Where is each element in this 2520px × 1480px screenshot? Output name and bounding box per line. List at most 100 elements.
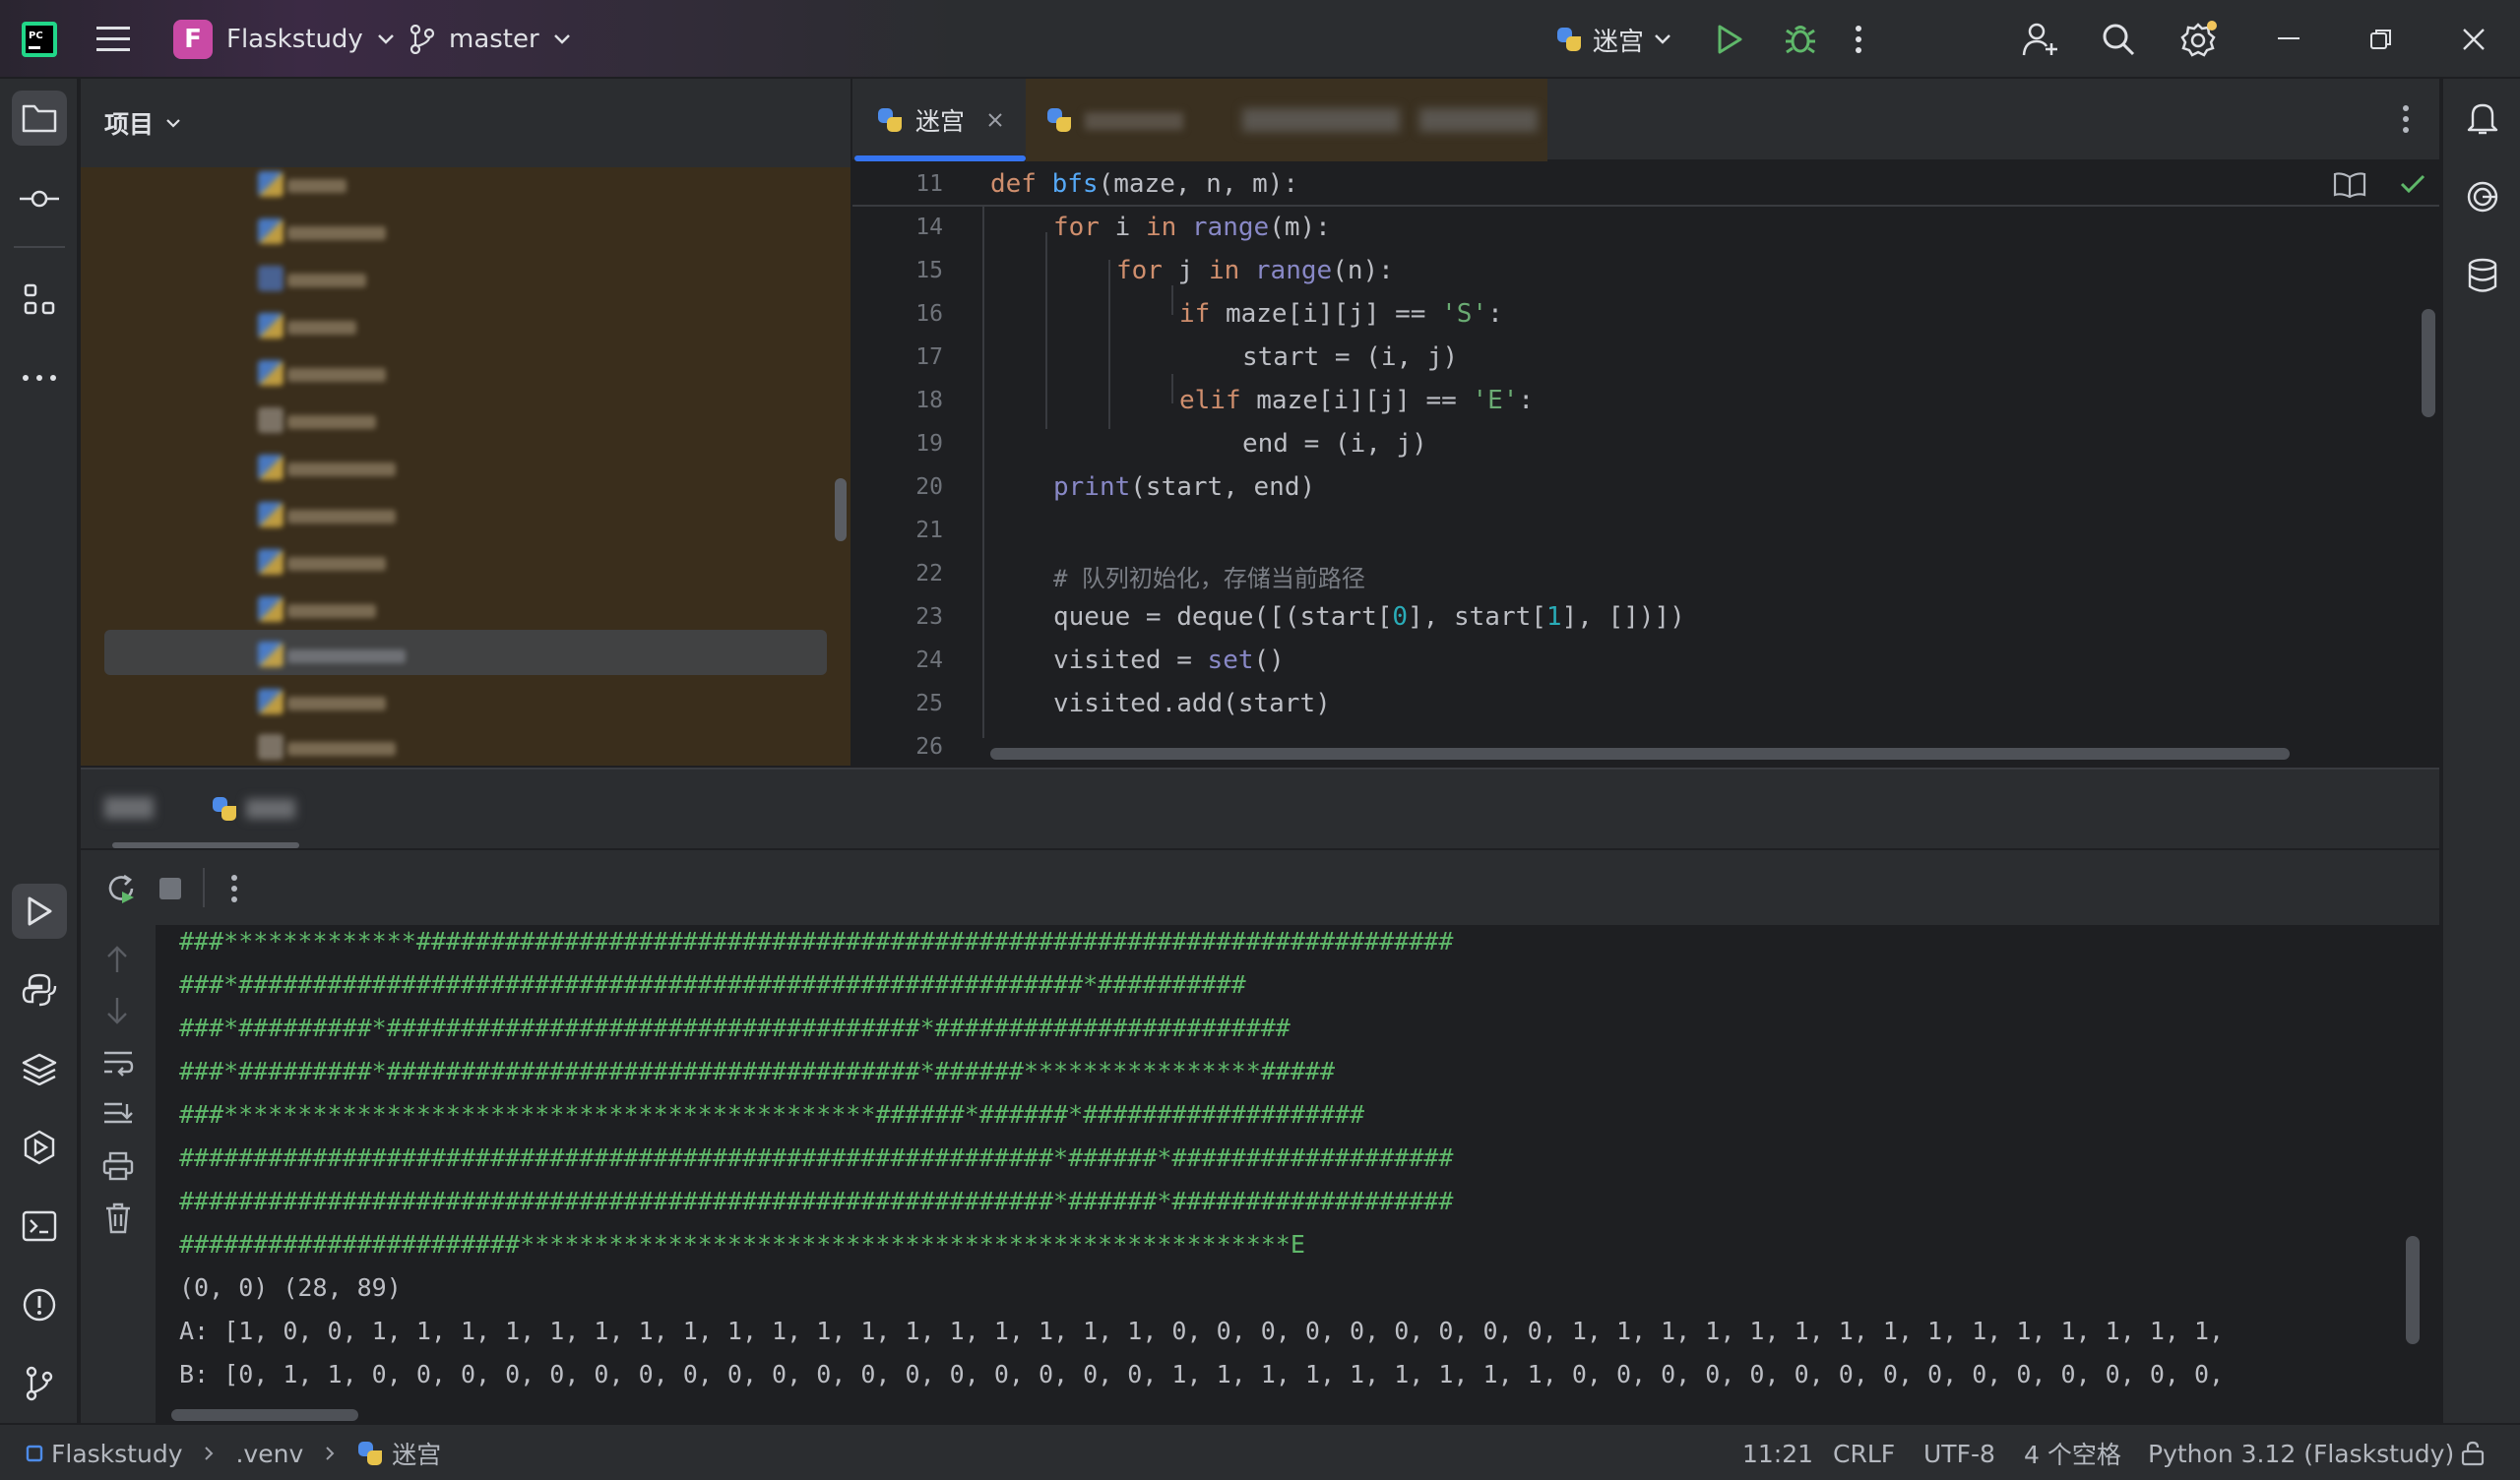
python-file-icon: [876, 106, 904, 134]
ai-assistant-icon[interactable]: [2455, 169, 2510, 224]
more-actions-icon[interactable]: [1855, 0, 1862, 79]
python-icon[interactable]: [211, 795, 238, 823]
start-end-output: (0, 0) (28, 89): [179, 1273, 402, 1302]
line-number: 24: [915, 648, 943, 673]
trash-icon[interactable]: [104, 1202, 132, 1234]
editor-horizontal-scrollbar[interactable]: [990, 748, 2290, 760]
breadcrumb-project[interactable]: Flaskstudy: [51, 1440, 182, 1468]
row-a-output: A: [1, 0, 0, 1, 1, 1, 1, 1, 1, 1, 1, 1, …: [179, 1317, 2225, 1345]
branch-switcher[interactable]: master: [410, 0, 571, 79]
code-line: for i in range(m):: [1053, 213, 1331, 242]
lock-icon[interactable]: [2461, 1425, 2485, 1480]
project-panel-header: 项目: [81, 79, 850, 167]
stop-icon[interactable]: [158, 876, 183, 901]
line-number: 15: [915, 258, 943, 283]
chevron-down-icon: [553, 33, 571, 45]
breadcrumb-file[interactable]: 迷宫: [392, 1436, 441, 1471]
indent-setting[interactable]: 4 个空格: [2024, 1425, 2121, 1480]
scroll-to-end-icon[interactable]: [102, 1100, 134, 1128]
close-tab-icon[interactable]: [986, 111, 1004, 129]
tab-options-icon[interactable]: [2402, 104, 2410, 134]
soft-wrap-icon[interactable]: [102, 1049, 134, 1077]
no-problems-check-icon[interactable]: [2400, 173, 2426, 195]
chevron-down-icon[interactable]: [165, 118, 181, 128]
terminal-button[interactable]: [12, 1199, 67, 1254]
debug-button[interactable]: [1784, 0, 1817, 79]
right-tool-strip: [2441, 79, 2520, 1423]
code-line: print(start, end): [1053, 472, 1316, 502]
tab-label: 迷宫: [915, 107, 966, 136]
file-encoding[interactable]: UTF-8: [1923, 1425, 1995, 1480]
active-tab-indicator: [854, 155, 1026, 161]
python-console-button[interactable]: [12, 962, 67, 1018]
more-options-icon[interactable]: [230, 874, 238, 903]
project-tool-button[interactable]: [12, 91, 67, 146]
python-file-icon[interactable]: [1045, 106, 1073, 134]
tree-selection-highlight: [104, 630, 827, 675]
python-interpreter[interactable]: Python 3.12 (Flaskstudy): [2148, 1425, 2454, 1480]
version-control-button[interactable]: [12, 1356, 67, 1411]
play-icon: [1718, 25, 1742, 54]
sticky-scope-line[interactable]: 11 def bfs(maze, n, m):: [852, 163, 2439, 207]
redacted-tab[interactable]: [1242, 108, 1400, 132]
redacted-run-title: [104, 797, 154, 819]
code-comment: # 队列初始化，存储当前路径: [1053, 565, 1365, 592]
breadcrumb-venv[interactable]: .venv: [235, 1440, 303, 1468]
project-panel-title[interactable]: 项目: [104, 105, 154, 141]
line-number: 20: [915, 474, 943, 500]
console-horizontal-scrollbar[interactable]: [171, 1409, 358, 1421]
project-badge: F: [173, 20, 213, 59]
code-line: if maze[i][j] == 'S':: [1179, 299, 1503, 329]
project-scrollbar[interactable]: [835, 478, 847, 541]
redacted-tabs: [1026, 79, 1547, 161]
python-icon: [1555, 26, 1583, 53]
python-file-icon: [356, 1440, 384, 1467]
problems-button[interactable]: [12, 1277, 67, 1332]
line-number: 14: [915, 215, 943, 240]
print-icon[interactable]: [102, 1151, 134, 1181]
line-separator[interactable]: CRLF: [1833, 1425, 1895, 1480]
tab-maze[interactable]: 迷宫: [876, 79, 1004, 161]
code-with-me-icon[interactable]: [2022, 0, 2059, 79]
more-tools-icon[interactable]: [12, 350, 67, 405]
line-number: 26: [915, 734, 943, 760]
minimize-window-icon[interactable]: [2244, 0, 2333, 79]
pycharm-logo-icon[interactable]: PC: [22, 0, 57, 79]
run-tool-button[interactable]: [12, 884, 67, 939]
maze-line: #######################*****************…: [179, 1230, 1305, 1259]
search-icon[interactable]: [2101, 0, 2136, 79]
settings-gear-icon[interactable]: [2179, 0, 2219, 79]
run-button[interactable]: [1715, 0, 1744, 79]
commit-tool-button[interactable]: [12, 171, 67, 226]
services-button[interactable]: [12, 1120, 67, 1175]
arrow-up-icon[interactable]: [104, 945, 130, 974]
line-number: 23: [915, 604, 943, 630]
restore-window-icon[interactable]: [2337, 0, 2426, 79]
warning-circle-icon: [23, 1288, 56, 1322]
main-menu-icon[interactable]: [96, 0, 132, 79]
python-packages-button[interactable]: [12, 1041, 67, 1096]
left-tool-strip: [0, 79, 79, 1423]
arrow-down-icon[interactable]: [104, 996, 130, 1025]
editor-vertical-scrollbar[interactable]: [2422, 309, 2435, 417]
maze-line: ###*#########*##########################…: [179, 1057, 1335, 1085]
console-vertical-scrollbar[interactable]: [2406, 1236, 2420, 1344]
console-output[interactable]: ###*************########################…: [156, 925, 2439, 1425]
rerun-icon[interactable]: [104, 872, 138, 905]
redacted-run-tab-label[interactable]: [246, 799, 295, 819]
code-area[interactable]: 11 def bfs(maze, n, m): 14 15 16 17 18 1…: [852, 163, 2439, 766]
notifications-bell-icon[interactable]: [2455, 91, 2510, 146]
structure-tool-button[interactable]: [12, 272, 67, 327]
line-number: 19: [915, 431, 943, 457]
redacted-tab[interactable]: [1419, 108, 1538, 132]
project-switcher[interactable]: F Flaskstudy: [173, 0, 395, 79]
close-window-icon[interactable]: [2429, 0, 2518, 79]
chevron-right-icon: [325, 1446, 335, 1461]
maze-line: ###*************************************…: [179, 1100, 1365, 1129]
database-icon[interactable]: [2455, 248, 2510, 303]
reader-mode-icon[interactable]: [2333, 171, 2366, 199]
caret-position[interactable]: 11:21: [1742, 1425, 1813, 1480]
run-config-selector[interactable]: 迷宫: [1555, 0, 1671, 79]
maze-line: ###*####################################…: [179, 970, 1246, 999]
git-branch-icon: [410, 25, 435, 54]
